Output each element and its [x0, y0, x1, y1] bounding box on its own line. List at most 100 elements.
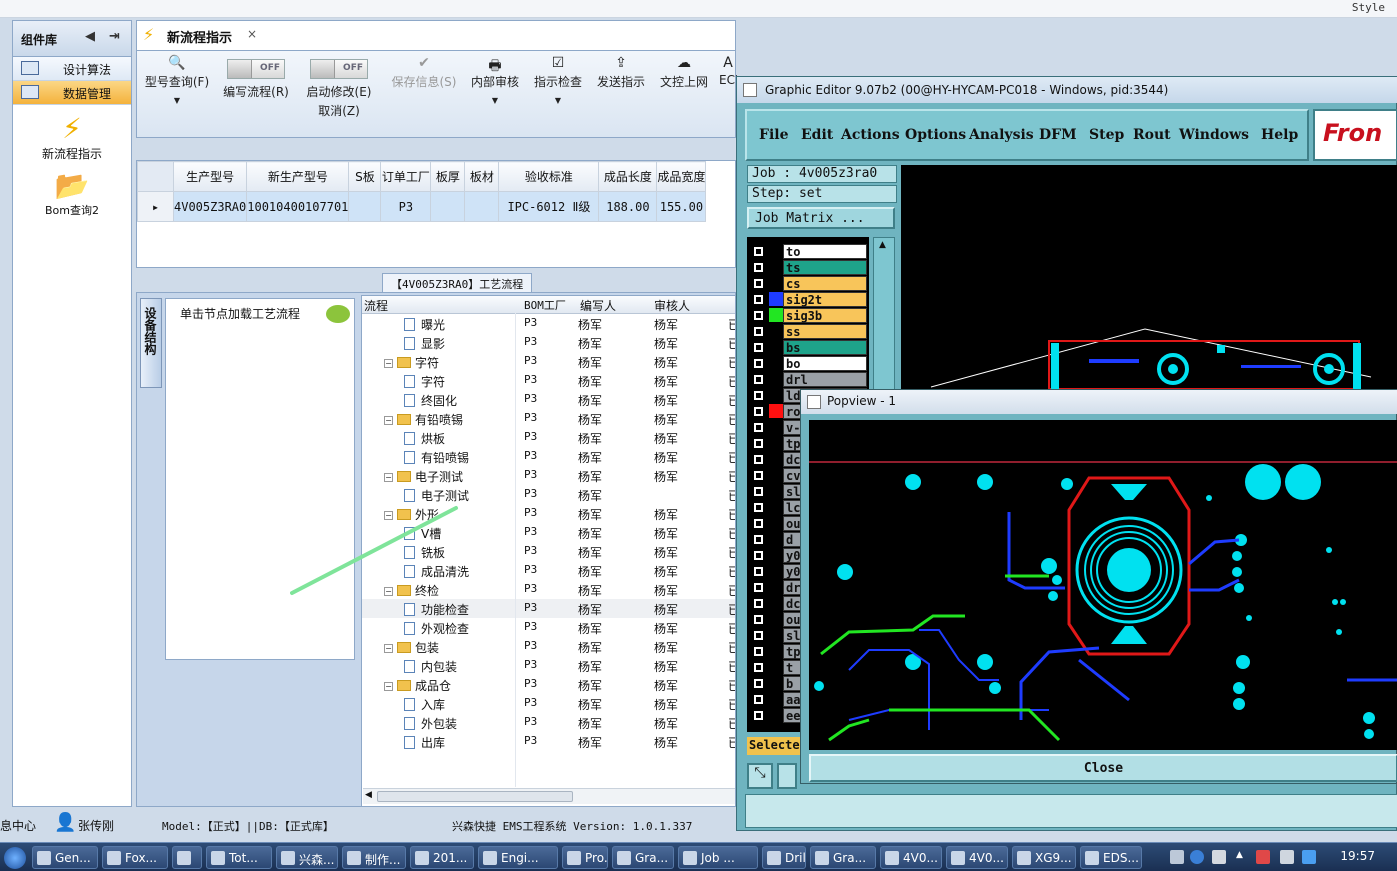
column-header[interactable]: 审核人 [654, 297, 690, 314]
layer-color-swatch[interactable] [769, 532, 783, 546]
taskbar-button[interactable]: Gra... [810, 846, 876, 869]
layer-color-swatch[interactable] [769, 324, 783, 338]
start-button[interactable] [4, 847, 26, 869]
collapse-toggle-icon[interactable]: − [384, 644, 393, 653]
table-cell[interactable]: 10010400107701 [246, 191, 350, 222]
layer-color-swatch[interactable] [769, 244, 783, 258]
table-cell[interactable]: 188.00 [598, 191, 658, 222]
ime-icon[interactable] [1212, 850, 1226, 864]
table-cell[interactable]: P3 [380, 191, 432, 222]
layer-color-swatch[interactable] [769, 708, 783, 722]
layer-color-swatch[interactable] [769, 516, 783, 530]
menu-step[interactable]: Step [1089, 127, 1124, 143]
tray-app-icon[interactable] [1256, 850, 1270, 864]
layer-checkbox[interactable] [753, 246, 764, 257]
message-center-label[interactable]: 息中心 [0, 817, 36, 834]
layer-color-swatch[interactable] [769, 420, 783, 434]
layer-color-swatch[interactable] [769, 548, 783, 562]
layer-checkbox[interactable] [753, 294, 764, 305]
layer-name[interactable]: sig3b [783, 308, 867, 323]
layer-checkbox[interactable] [753, 502, 764, 513]
tree-row[interactable]: 入库 P3 杨军 杨军 已 [362, 694, 735, 713]
tree-row[interactable]: 终固化 P3 杨军 杨军 已 [362, 390, 735, 409]
collapse-toggle-icon[interactable]: − [384, 682, 393, 691]
taskbar-button[interactable]: EDS... [1080, 846, 1142, 869]
column-header[interactable]: 编写人 [580, 297, 616, 314]
side-tab-equipment[interactable]: 设备结构 [140, 298, 162, 388]
menu-analysis[interactable]: Analysis [969, 127, 1034, 143]
menu-actions[interactable]: Actions [841, 127, 900, 143]
taskbar-button[interactable]: Tot... [206, 846, 272, 869]
popview-titlebar[interactable]: Popview - 1 [801, 390, 1397, 414]
taskbar-button[interactable]: Pro... [562, 846, 608, 869]
column-header[interactable]: 生产型号 [172, 161, 248, 192]
menu-rout[interactable]: Rout [1133, 127, 1171, 143]
tree-row[interactable]: 有铅喷锡 P3 杨军 杨军 已 [362, 447, 735, 466]
column-header[interactable]: 流程 [364, 297, 388, 314]
layer-checkbox[interactable] [753, 454, 764, 465]
tree-row[interactable]: −成品仓 P3 杨军 杨军 已 [362, 675, 735, 694]
taskbar-button[interactable]: 4V0... [946, 846, 1008, 869]
layer-color-swatch[interactable] [769, 308, 783, 322]
layer-row[interactable]: sig2t [747, 291, 869, 307]
collapse-left-icon[interactable]: ◀ [85, 29, 95, 44]
tool-bom-query2[interactable]: 📂 Bom查询2 [13, 170, 131, 218]
ecn-button[interactable]: A ECN [719, 55, 737, 87]
tree-row[interactable]: 烘板 P3 杨军 杨军 已 [362, 428, 735, 447]
zoom-fit-icon[interactable]: ⤡ [747, 763, 773, 789]
menu-dfm[interactable]: DFM [1039, 127, 1077, 143]
layer-checkbox[interactable] [753, 678, 764, 689]
column-header[interactable]: 新生产型号 [246, 161, 350, 192]
table-row[interactable]: ▸ 4V005Z3RA0 10010400107701 P3 IPC-6012 … [137, 191, 707, 222]
layer-row[interactable]: ss [747, 323, 869, 339]
model-query-button[interactable]: 🔍 型号查询(F) ▼ [141, 55, 213, 105]
layer-checkbox[interactable] [753, 598, 764, 609]
layer-color-swatch[interactable] [769, 260, 783, 274]
layer-color-swatch[interactable] [769, 404, 783, 418]
layer-name[interactable]: ss [783, 324, 867, 339]
tab-close-icon[interactable]: × [247, 27, 257, 41]
scrollbar-thumb[interactable] [377, 791, 573, 802]
menu-file[interactable]: File [759, 127, 788, 143]
column-header[interactable]: 验收标准 [498, 161, 600, 192]
layer-row[interactable]: sig3b [747, 307, 869, 323]
pin-icon[interactable]: ⇥ [109, 29, 120, 44]
layer-name[interactable]: cs [783, 276, 867, 291]
show-hidden-icons-icon[interactable]: ▲ [1236, 850, 1250, 864]
layer-color-swatch[interactable] [769, 692, 783, 706]
layer-checkbox[interactable] [753, 646, 764, 657]
layer-color-swatch[interactable] [769, 564, 783, 578]
layer-color-swatch[interactable] [769, 436, 783, 450]
popview-close-button[interactable]: Close [809, 754, 1397, 782]
layer-checkbox[interactable] [753, 326, 764, 337]
toggle-switch[interactable]: OFF [227, 59, 285, 79]
taskbar-button[interactable]: Job ... [678, 846, 758, 869]
auto-modify-toggle[interactable]: OFF 启动修改(E) 取消(Z) [303, 59, 375, 119]
layer-row[interactable]: to [747, 243, 869, 259]
instruction-check-button[interactable]: ☑ 指示检查 ▼ [531, 55, 585, 105]
tree-row[interactable]: −电子测试 P3 杨军 杨军 已 [362, 466, 735, 485]
layer-row[interactable]: drl [747, 371, 869, 387]
network-icon[interactable] [1280, 850, 1294, 864]
taskbar-button[interactable]: Gen... [32, 846, 98, 869]
tree-row[interactable]: 外包装 P3 杨军 杨军 已 [362, 713, 735, 732]
taskbar-button[interactable]: Gra... [612, 846, 674, 869]
write-flow-toggle[interactable]: OFF 编写流程(R) [221, 59, 291, 100]
layer-checkbox[interactable] [753, 262, 764, 273]
layer-color-swatch[interactable] [769, 484, 783, 498]
graphic-editor-titlebar[interactable]: Graphic Editor 9.07b2 (00@HY-HYCAM-PC018… [737, 77, 1397, 103]
layer-checkbox[interactable] [753, 550, 764, 561]
table-cell[interactable] [464, 191, 500, 222]
save-info-button[interactable]: ✔ 保存信息(S) [389, 55, 459, 90]
tree-row[interactable]: −包装 P3 杨军 杨军 已 [362, 637, 735, 656]
layer-name[interactable]: to [783, 244, 867, 259]
menu-options[interactable]: Options [905, 127, 966, 143]
menu-windows[interactable]: Windows [1179, 127, 1249, 143]
layer-checkbox[interactable] [753, 310, 764, 321]
layer-checkbox[interactable] [753, 614, 764, 625]
toggle-switch[interactable]: OFF [310, 59, 368, 79]
layer-color-swatch[interactable] [769, 292, 783, 306]
layer-row[interactable]: bs [747, 339, 869, 355]
menu-edit[interactable]: Edit [801, 127, 833, 143]
help-icon[interactable] [1190, 850, 1204, 864]
